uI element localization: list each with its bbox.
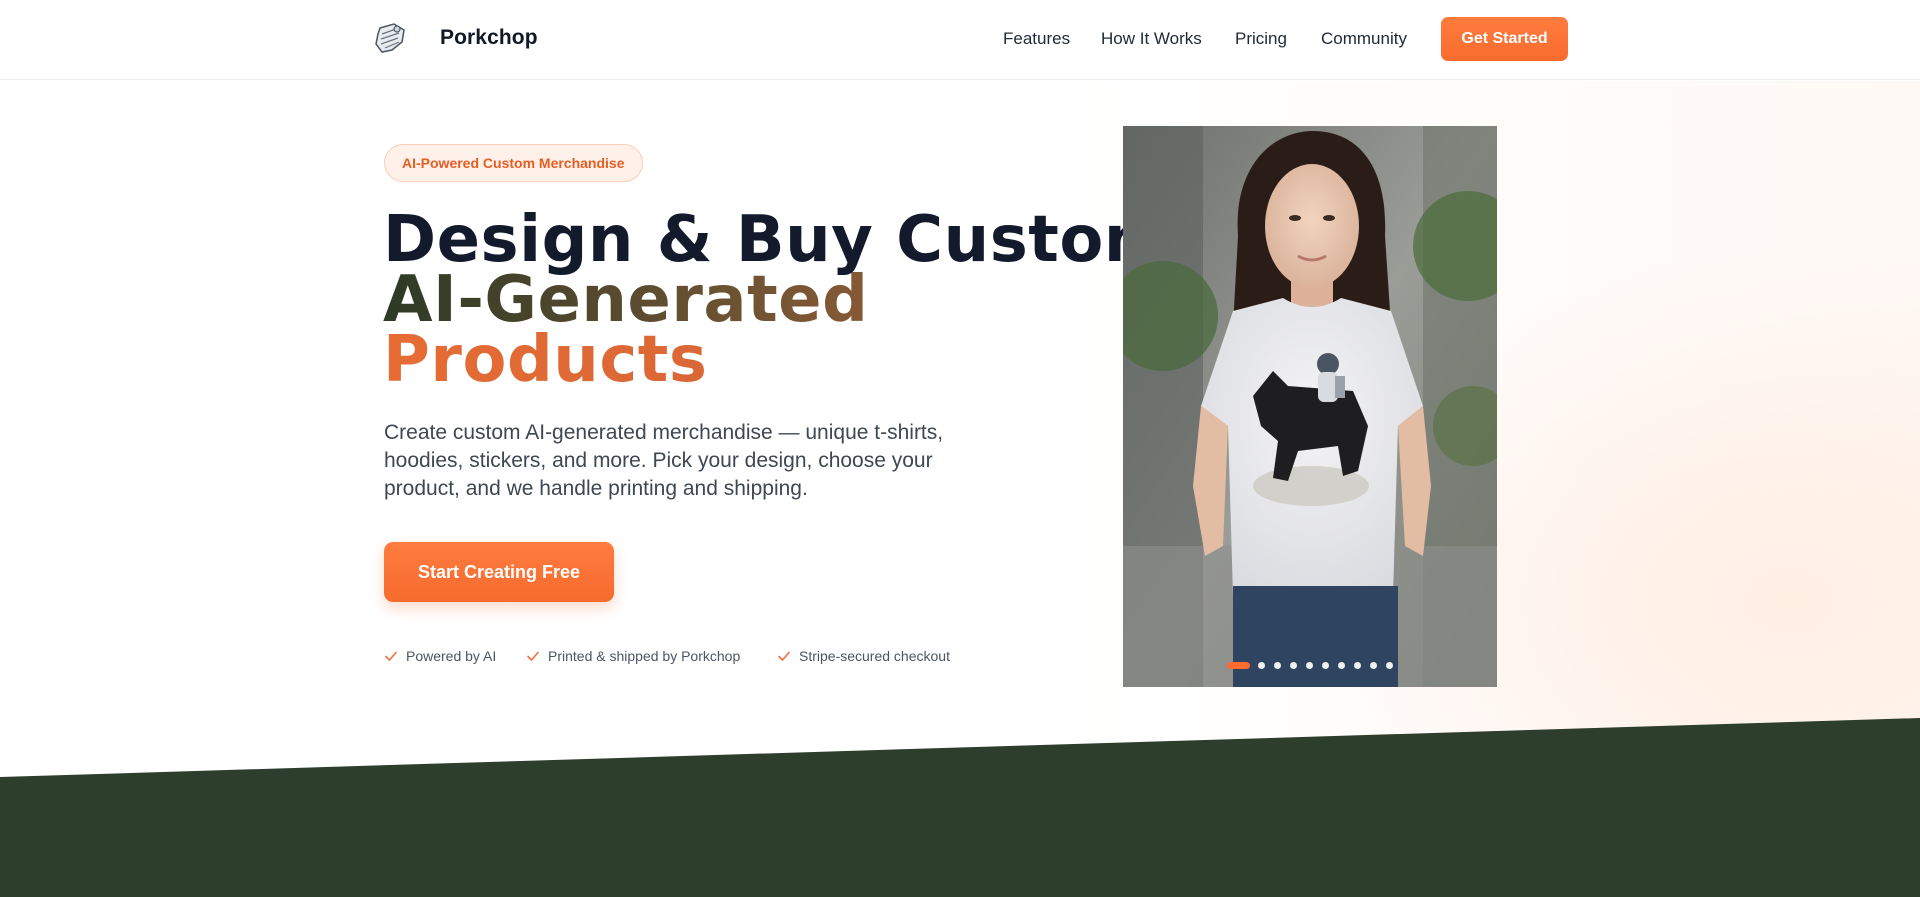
- porkchop-logo-icon: [375, 23, 405, 53]
- check-label: Powered by AI: [406, 648, 497, 664]
- carousel-dot[interactable]: [1322, 662, 1329, 669]
- nav-pricing[interactable]: Pricing: [1235, 29, 1287, 49]
- carousel-dot[interactable]: [1354, 662, 1361, 669]
- carousel-dot[interactable]: [1338, 662, 1345, 669]
- section-divider-band: [0, 718, 1920, 897]
- hero-badge: AI-Powered Custom Merchandise: [384, 144, 643, 182]
- get-started-button[interactable]: Get Started: [1441, 17, 1568, 61]
- hero-product-photo[interactable]: [1123, 126, 1497, 687]
- carousel-dot[interactable]: [1274, 662, 1281, 669]
- carousel-dot[interactable]: [1370, 662, 1377, 669]
- brand-name[interactable]: Porkchop: [440, 26, 538, 50]
- check-item: Stripe-secured checkout: [777, 648, 950, 664]
- site-header: Porkchop Features How It Works Pricing C…: [0, 0, 1920, 80]
- carousel-dot[interactable]: [1258, 662, 1265, 669]
- nav-features[interactable]: Features: [1003, 29, 1070, 49]
- headline-line-2: AI-Generated: [383, 268, 1171, 332]
- check-item: Powered by AI: [384, 648, 496, 664]
- check-icon: [527, 651, 539, 661]
- model-tshirt-image: [1123, 126, 1497, 687]
- nav-how-it-works[interactable]: How It Works: [1101, 29, 1202, 49]
- check-icon: [778, 651, 790, 661]
- nav-community[interactable]: Community: [1321, 29, 1407, 49]
- check-label: Printed & shipped by Porkchop: [548, 648, 741, 664]
- check-item: Printed & shipped by Porkchop: [526, 648, 740, 664]
- check-label: Stripe-secured checkout: [799, 648, 950, 664]
- headline-line-1: Design & Buy Custom: [383, 203, 1172, 277]
- headline-line-3: Products: [383, 328, 1171, 392]
- check-icon: [385, 651, 397, 661]
- start-creating-button[interactable]: Start Creating Free: [384, 542, 614, 602]
- logo[interactable]: [372, 20, 408, 56]
- hero-headline: Design & Buy Custom AI-Generated Product…: [383, 203, 1172, 392]
- carousel-dot[interactable]: [1290, 662, 1297, 669]
- carousel-dot-active[interactable]: [1227, 662, 1250, 669]
- hero-description: Create custom AI-generated merchandise —…: [384, 421, 944, 500]
- carousel-dot[interactable]: [1306, 662, 1313, 669]
- carousel-dot[interactable]: [1386, 662, 1393, 669]
